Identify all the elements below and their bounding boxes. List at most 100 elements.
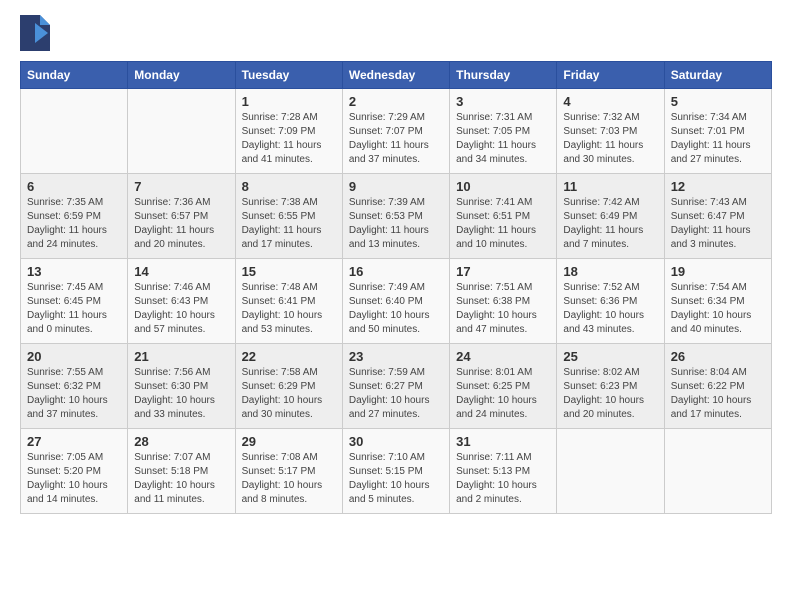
day-info: Sunrise: 7:56 AMSunset: 6:30 PMDaylight:… [134, 366, 228, 422]
calendar-table: SundayMondayTuesdayWednesdayThursdayFrid… [20, 61, 772, 514]
day-number: 4 [563, 94, 657, 109]
day-number: 12 [671, 179, 765, 194]
calendar-cell: 16Sunrise: 7:49 AMSunset: 6:40 PMDayligh… [342, 259, 449, 344]
day-number: 29 [242, 434, 336, 449]
day-number: 15 [242, 264, 336, 279]
calendar-cell [557, 429, 664, 514]
calendar-cell: 14 Sunrise: 7:46 AMSunset: 6:43 PMDayligh… [128, 259, 235, 344]
day-number: 8 [242, 179, 336, 194]
calendar-cell: 28 Sunrise: 7:07 AMSunset: 5:18 PMDayligh… [128, 429, 235, 514]
day-number: 22 [242, 349, 336, 364]
calendar-cell: 1 Sunrise: 7:28 AMSunset: 7:09 PMDaylight… [235, 89, 342, 174]
day-number: 9 [349, 179, 443, 194]
day-number: 16 [349, 264, 443, 279]
calendar-cell [21, 89, 128, 174]
day-info: Sunrise: 7:35 AMSunset: 6:59 PMDaylight:… [27, 196, 121, 252]
week-row-5: 27 Sunrise: 7:05 AMSunset: 5:20 PMDayligh… [21, 429, 772, 514]
week-row-1: 1 Sunrise: 7:28 AMSunset: 7:09 PMDaylight… [21, 89, 772, 174]
day-info: Sunrise: 8:02 AMSunset: 6:23 PMDaylight:… [563, 366, 657, 422]
weekday-header-friday: Friday [557, 62, 664, 89]
day-info: Sunrise: 7:51 AMSunset: 6:38 PMDaylight:… [456, 281, 550, 337]
day-info: Sunrise: 7:39 AMSunset: 6:53 PMDaylight:… [349, 196, 443, 252]
week-row-4: 20 Sunrise: 7:55 AMSunset: 6:32 PMDayligh… [21, 344, 772, 429]
day-info: Sunrise: 7:31 AMSunset: 7:05 PMDaylight:… [456, 111, 550, 167]
day-info: Sunrise: 7:08 AMSunset: 5:17 PMDaylight:… [242, 451, 336, 507]
day-number: 10 [456, 179, 550, 194]
day-number: 28 [134, 434, 228, 449]
header [20, 15, 772, 51]
calendar-cell: 12 Sunrise: 7:43 AMSunset: 6:47 PMDayligh… [664, 174, 771, 259]
calendar-cell: 13Sunrise: 7:45 AMSunset: 6:45 PMDayligh… [21, 259, 128, 344]
day-number: 14 [134, 264, 228, 279]
calendar-cell: 23 Sunrise: 7:59 AMSunset: 6:27 PMDayligh… [342, 344, 449, 429]
calendar-cell: 6Sunrise: 7:35 AMSunset: 6:59 PMDaylight… [21, 174, 128, 259]
day-info: Sunrise: 8:01 AMSunset: 6:25 PMDaylight:… [456, 366, 550, 422]
week-row-3: 13Sunrise: 7:45 AMSunset: 6:45 PMDayligh… [21, 259, 772, 344]
calendar-cell: 25 Sunrise: 8:02 AMSunset: 6:23 PMDayligh… [557, 344, 664, 429]
day-number: 13 [27, 264, 121, 279]
calendar-cell: 26 Sunrise: 8:04 AMSunset: 6:22 PMDayligh… [664, 344, 771, 429]
day-info: Sunrise: 7:28 AMSunset: 7:09 PMDaylight:… [242, 111, 336, 167]
day-number: 31 [456, 434, 550, 449]
day-number: 18 [563, 264, 657, 279]
day-info: Sunrise: 7:34 AMSunset: 7:01 PMDaylight:… [671, 111, 765, 167]
day-number: 3 [456, 94, 550, 109]
day-number: 27 [27, 434, 121, 449]
day-number: 21 [134, 349, 228, 364]
day-info: Sunrise: 7:05 AMSunset: 5:20 PMDaylight:… [27, 451, 121, 507]
calendar-cell: 2Sunrise: 7:29 AMSunset: 7:07 PMDaylight… [342, 89, 449, 174]
calendar-cell: 10 Sunrise: 7:41 AMSunset: 6:51 PMDayligh… [450, 174, 557, 259]
calendar-cell: 30 Sunrise: 7:10 AMSunset: 5:15 PMDayligh… [342, 429, 449, 514]
logo [20, 15, 50, 51]
day-number: 1 [242, 94, 336, 109]
calendar-cell: 4 Sunrise: 7:32 AMSunset: 7:03 PMDaylight… [557, 89, 664, 174]
weekday-header-sunday: Sunday [21, 62, 128, 89]
day-number: 20 [27, 349, 121, 364]
weekday-header-tuesday: Tuesday [235, 62, 342, 89]
day-number: 5 [671, 94, 765, 109]
day-number: 26 [671, 349, 765, 364]
day-info: Sunrise: 7:59 AMSunset: 6:27 PMDaylight:… [349, 366, 443, 422]
calendar-cell: 31 Sunrise: 7:11 AMSunset: 5:13 PMDayligh… [450, 429, 557, 514]
weekday-header-monday: Monday [128, 62, 235, 89]
calendar-cell: 27 Sunrise: 7:05 AMSunset: 5:20 PMDayligh… [21, 429, 128, 514]
calendar-cell: 5 Sunrise: 7:34 AMSunset: 7:01 PMDaylight… [664, 89, 771, 174]
day-info: Sunrise: 8:04 AMSunset: 6:22 PMDaylight:… [671, 366, 765, 422]
day-number: 19 [671, 264, 765, 279]
day-number: 7 [134, 179, 228, 194]
day-info: Sunrise: 7:36 AMSunset: 6:57 PMDaylight:… [134, 196, 228, 252]
weekday-header-saturday: Saturday [664, 62, 771, 89]
weekday-header-thursday: Thursday [450, 62, 557, 89]
calendar-cell: 19 Sunrise: 7:54 AMSunset: 6:34 PMDayligh… [664, 259, 771, 344]
day-number: 30 [349, 434, 443, 449]
week-row-2: 6Sunrise: 7:35 AMSunset: 6:59 PMDaylight… [21, 174, 772, 259]
day-number: 25 [563, 349, 657, 364]
day-info: Sunrise: 7:46 AMSunset: 6:43 PMDaylight:… [134, 281, 228, 337]
calendar-cell: 3 Sunrise: 7:31 AMSunset: 7:05 PMDaylight… [450, 89, 557, 174]
day-info: Sunrise: 7:11 AMSunset: 5:13 PMDaylight:… [456, 451, 550, 507]
day-info: Sunrise: 7:32 AMSunset: 7:03 PMDaylight:… [563, 111, 657, 167]
calendar-cell: 11Sunrise: 7:42 AMSunset: 6:49 PMDayligh… [557, 174, 664, 259]
page-container: SundayMondayTuesdayWednesdayThursdayFrid… [0, 0, 792, 534]
day-info: Sunrise: 7:38 AMSunset: 6:55 PMDaylight:… [242, 196, 336, 252]
day-number: 23 [349, 349, 443, 364]
day-info: Sunrise: 7:07 AMSunset: 5:18 PMDaylight:… [134, 451, 228, 507]
calendar-cell: 22 Sunrise: 7:58 AMSunset: 6:29 PMDayligh… [235, 344, 342, 429]
calendar-cell: 17Sunrise: 7:51 AMSunset: 6:38 PMDayligh… [450, 259, 557, 344]
day-info: Sunrise: 7:55 AMSunset: 6:32 PMDaylight:… [27, 366, 121, 422]
calendar-cell: 20 Sunrise: 7:55 AMSunset: 6:32 PMDayligh… [21, 344, 128, 429]
day-info: Sunrise: 7:43 AMSunset: 6:47 PMDaylight:… [671, 196, 765, 252]
logo-icon [20, 15, 50, 51]
day-info: Sunrise: 7:54 AMSunset: 6:34 PMDaylight:… [671, 281, 765, 337]
day-info: Sunrise: 7:41 AMSunset: 6:51 PMDaylight:… [456, 196, 550, 252]
day-number: 2 [349, 94, 443, 109]
calendar-cell: 9 Sunrise: 7:39 AMSunset: 6:53 PMDaylight… [342, 174, 449, 259]
calendar-cell: 24Sunrise: 8:01 AMSunset: 6:25 PMDayligh… [450, 344, 557, 429]
day-info: Sunrise: 7:10 AMSunset: 5:15 PMDaylight:… [349, 451, 443, 507]
weekday-header-row: SundayMondayTuesdayWednesdayThursdayFrid… [21, 62, 772, 89]
day-info: Sunrise: 7:58 AMSunset: 6:29 PMDaylight:… [242, 366, 336, 422]
calendar-cell: 29 Sunrise: 7:08 AMSunset: 5:17 PMDayligh… [235, 429, 342, 514]
calendar-cell: 8 Sunrise: 7:38 AMSunset: 6:55 PMDaylight… [235, 174, 342, 259]
day-info: Sunrise: 7:52 AMSunset: 6:36 PMDaylight:… [563, 281, 657, 337]
calendar-cell: 21 Sunrise: 7:56 AMSunset: 6:30 PMDayligh… [128, 344, 235, 429]
